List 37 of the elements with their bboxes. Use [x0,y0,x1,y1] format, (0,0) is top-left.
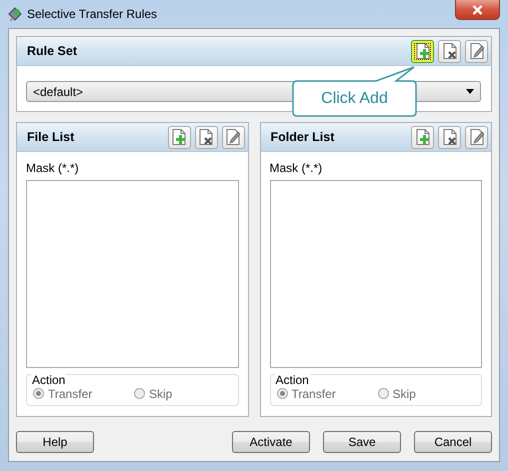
save-button[interactable]: Save [323,431,401,453]
mask-label: Mask (*.*) [270,161,324,175]
radio-label: Transfer [292,386,336,400]
cancel-button[interactable]: Cancel [414,431,492,453]
dropdown-arrow-icon [466,89,474,94]
group-label: Action [31,374,66,387]
page-x-icon [199,129,213,145]
window-title: Selective Transfer Rules [27,7,158,21]
page-plus-icon [416,129,430,145]
close-button[interactable] [455,0,500,20]
panel-title: Rule Set [26,44,78,58]
delete-button[interactable] [438,126,461,148]
close-icon [472,4,483,14]
add-button[interactable] [411,40,434,62]
page-x-icon [442,129,456,145]
page-pencil-icon [470,43,484,59]
app-icon [8,7,22,21]
page-plus-icon [416,43,430,59]
radio-label: Skip [392,386,416,400]
edit-button[interactable] [465,126,488,148]
group-label: Action [274,374,310,387]
page-pencil-icon [226,129,240,145]
delete-button[interactable] [194,126,218,148]
activate-button[interactable]: Activate [232,431,310,453]
page-plus-icon [172,129,186,145]
page-pencil-icon [470,129,484,145]
help-button[interactable]: Help [16,431,94,453]
dropdown-value: <default> [33,84,84,98]
delete-button[interactable] [438,40,461,62]
radio-label: Skip [149,386,172,400]
panel-title: Folder List [270,130,336,144]
panel-title: File List [26,130,76,144]
edit-button[interactable] [465,40,488,62]
edit-button[interactable] [222,126,244,148]
page-x-icon [442,43,456,59]
radio-label: Transfer [48,386,92,400]
mask-label: Mask (*.*) [26,161,80,175]
